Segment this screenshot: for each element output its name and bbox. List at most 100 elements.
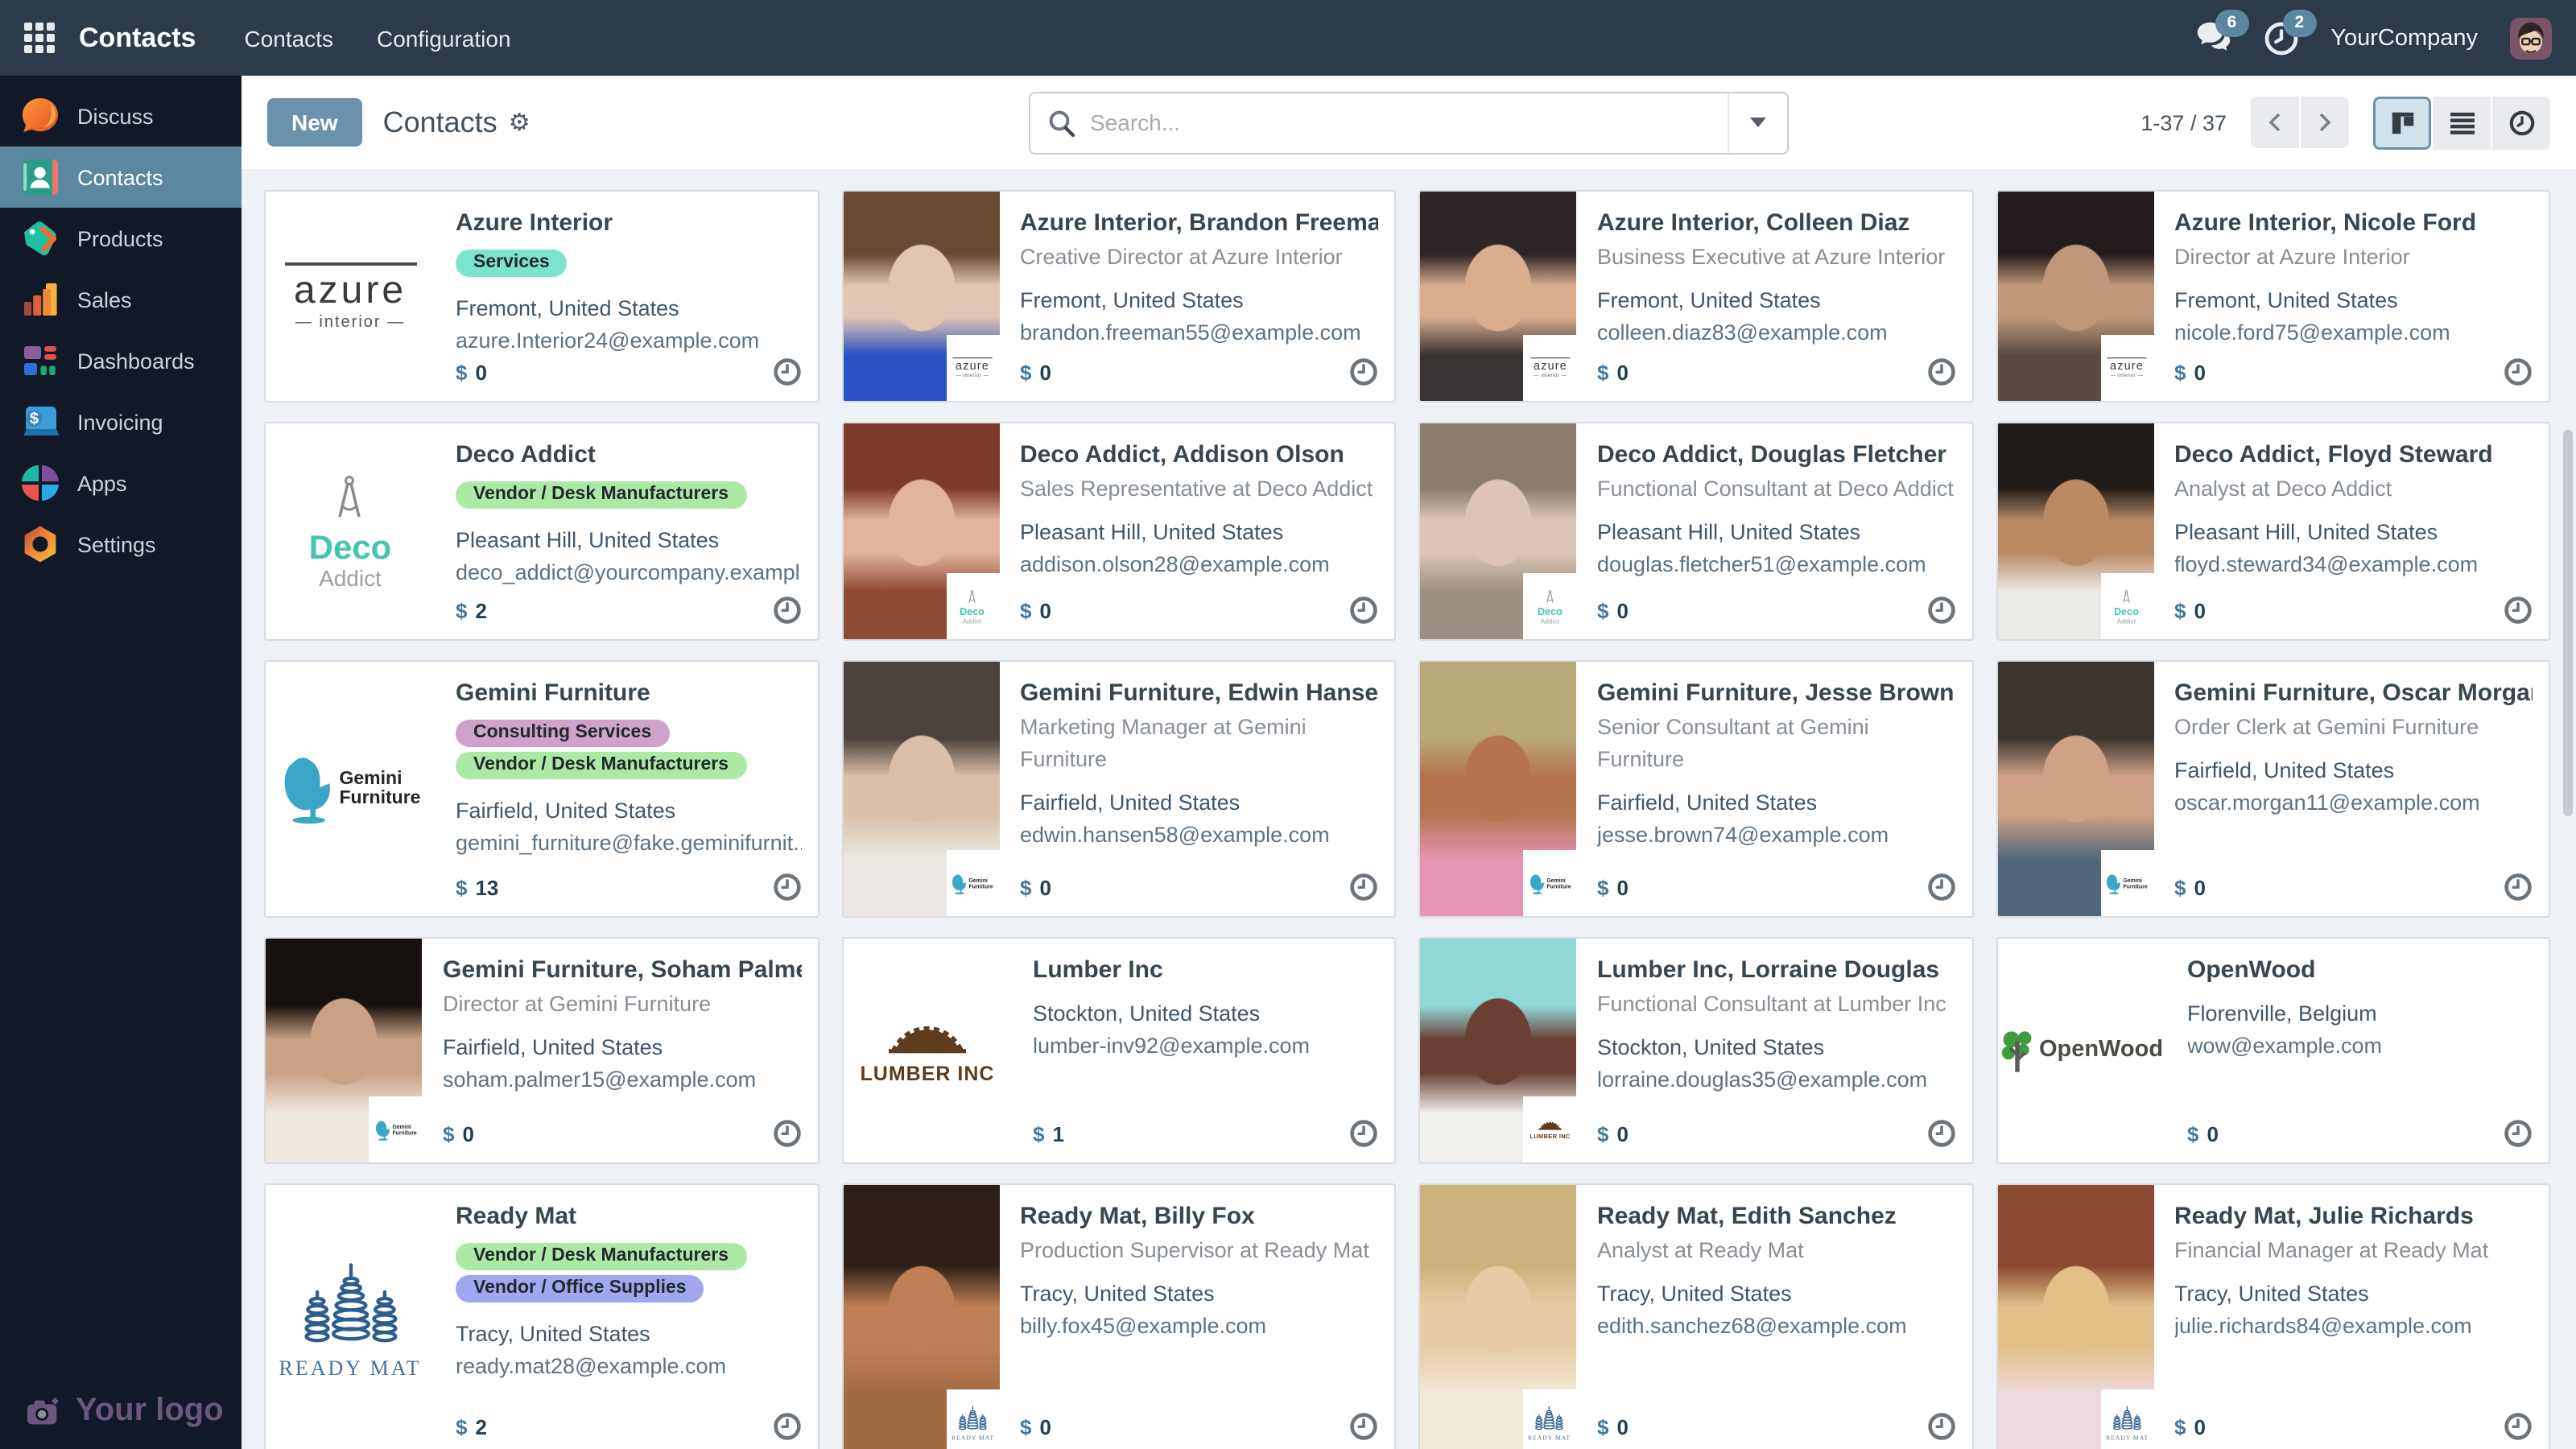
- activity-clock-icon[interactable]: [772, 1119, 801, 1148]
- view-activity-button[interactable]: [2492, 96, 2550, 149]
- sidebar-item-settings[interactable]: Settings: [0, 514, 242, 575]
- contact-card[interactable]: READY MATReady Mat, Edith SanchezAnalyst…: [1418, 1183, 1973, 1449]
- contact-card[interactable]: READY MATReady MatVendor / Desk Manufact…: [264, 1183, 819, 1449]
- view-list-button[interactable]: [2433, 96, 2491, 149]
- search-input[interactable]: [1075, 109, 1728, 135]
- contact-email[interactable]: azure.Interior24@example.com: [456, 325, 801, 358]
- activity-clock-icon[interactable]: [1349, 357, 1378, 386]
- contact-card[interactable]: GeminiFurnitureGemini Furniture, Oscar M…: [1996, 660, 2550, 918]
- menu-contacts[interactable]: Contacts: [244, 25, 333, 51]
- contact-email[interactable]: floyd.steward34@example.com: [2174, 549, 2533, 582]
- contact-card[interactable]: DecoAddictDeco Addict, Douglas FletcherF…: [1418, 422, 1973, 641]
- contact-card[interactable]: DecoAddictDeco Addict, Addison OlsonSale…: [841, 422, 1396, 641]
- activity-clock-icon[interactable]: [772, 1412, 801, 1441]
- opportunities-amount[interactable]: $0: [2187, 1121, 2219, 1146]
- contact-email[interactable]: wow@example.com: [2187, 1030, 2533, 1063]
- activity-clock-icon[interactable]: [1926, 596, 1955, 625]
- sidebar-item-discuss[interactable]: Discuss: [0, 85, 242, 147]
- sidebar-item-contacts[interactable]: Contacts: [0, 147, 242, 208]
- new-button[interactable]: New: [267, 98, 362, 147]
- activity-clock-icon[interactable]: [1349, 1119, 1378, 1148]
- contact-email[interactable]: deco_addict@yourcompany.exampl...: [456, 557, 801, 590]
- sidebar-item-products[interactable]: Products: [0, 208, 242, 269]
- activity-clock-icon[interactable]: [772, 873, 801, 902]
- activity-clock-icon[interactable]: [1349, 596, 1378, 625]
- scrollbar[interactable]: [2563, 430, 2573, 816]
- search-dropdown-toggle[interactable]: [1728, 93, 1787, 152]
- contact-card[interactable]: GeminiFurnitureGemini Furniture, Edwin H…: [841, 660, 1396, 918]
- company-switcher[interactable]: YourCompany: [2330, 25, 2478, 51]
- opportunities-amount[interactable]: $0: [2174, 1414, 2206, 1439]
- activity-clock-icon[interactable]: [2504, 873, 2533, 902]
- sidebar-your-logo[interactable]: Your logo: [26, 1393, 224, 1430]
- opportunities-amount[interactable]: $0: [1020, 875, 1051, 899]
- contact-email[interactable]: brandon.freeman55@example.com: [1020, 317, 1378, 350]
- activity-clock-icon[interactable]: [772, 357, 801, 386]
- contact-card[interactable]: DecoAddictDeco AddictVendor / Desk Manuf…: [264, 422, 819, 641]
- activity-clock-icon[interactable]: [2504, 1412, 2533, 1441]
- contact-card[interactable]: azure— interior —Azure Interior, Colleen…: [1418, 190, 1973, 402]
- sidebar-item-apps[interactable]: Apps: [0, 452, 242, 514]
- activity-clock-icon[interactable]: [2504, 596, 2533, 625]
- activity-clock-icon[interactable]: [1926, 873, 1955, 902]
- opportunities-amount[interactable]: $0: [456, 360, 487, 384]
- opportunities-amount[interactable]: $13: [456, 875, 498, 899]
- opportunities-amount[interactable]: $0: [1597, 875, 1629, 899]
- opportunities-amount[interactable]: $0: [1597, 360, 1629, 384]
- app-brand[interactable]: Contacts: [79, 22, 196, 54]
- contact-email[interactable]: colleen.diaz83@example.com: [1597, 317, 1955, 350]
- activity-clock-icon[interactable]: [1349, 873, 1378, 902]
- sidebar-item-sales[interactable]: Sales: [0, 269, 242, 330]
- view-kanban-button[interactable]: [2373, 96, 2431, 149]
- activity-clock-icon[interactable]: [1349, 1412, 1378, 1441]
- activity-clock-icon[interactable]: [772, 596, 801, 625]
- contact-email[interactable]: gemini_furniture@fake.geminifurnit...: [456, 828, 801, 861]
- contact-email[interactable]: jesse.brown74@example.com: [1597, 820, 1955, 853]
- contact-card[interactable]: OpenWoodOpenWoodFlorenville, Belgiumwow@…: [1996, 937, 2550, 1164]
- contact-card[interactable]: GeminiFurnitureGemini Furniture, Jesse B…: [1418, 660, 1973, 918]
- activity-clock-icon[interactable]: [1926, 357, 1955, 386]
- opportunities-amount[interactable]: $0: [443, 1121, 474, 1146]
- contact-email[interactable]: nicole.ford75@example.com: [2174, 317, 2533, 350]
- contact-card[interactable]: azure— interior —Azure InteriorServicesF…: [264, 190, 819, 402]
- contact-email[interactable]: julie.richards84@example.com: [2174, 1311, 2533, 1344]
- activities-clock-icon[interactable]: 2: [2263, 20, 2298, 56]
- pager-previous-button[interactable]: [2251, 97, 2299, 148]
- contact-email[interactable]: lumber-inv92@example.com: [1033, 1030, 1378, 1063]
- opportunities-amount[interactable]: $0: [2174, 360, 2206, 384]
- activity-clock-icon[interactable]: [1926, 1412, 1955, 1441]
- contact-card[interactable]: GeminiFurnitureGemini Furniture, Soham P…: [264, 937, 819, 1164]
- contact-card[interactable]: LUMBER INCLumber Inc, Lorraine DouglasFu…: [1418, 937, 1973, 1164]
- opportunities-amount[interactable]: $0: [1020, 1414, 1051, 1439]
- user-avatar[interactable]: [2510, 17, 2552, 59]
- contact-card[interactable]: azure— interior —Azure Interior, Nicole …: [1996, 190, 2550, 402]
- contact-email[interactable]: edith.sanchez68@example.com: [1597, 1311, 1955, 1344]
- contact-email[interactable]: addison.olson28@example.com: [1020, 549, 1378, 582]
- activity-clock-icon[interactable]: [2504, 357, 2533, 386]
- contact-email[interactable]: douglas.fletcher51@example.com: [1597, 549, 1955, 582]
- contact-card[interactable]: GeminiFurnitureGemini FurnitureConsultin…: [264, 660, 819, 918]
- contact-email[interactable]: ready.mat28@example.com: [456, 1351, 801, 1384]
- opportunities-amount[interactable]: $0: [2174, 875, 2206, 899]
- opportunities-amount[interactable]: $2: [456, 1414, 487, 1439]
- contact-email[interactable]: soham.palmer15@example.com: [443, 1064, 801, 1097]
- opportunities-amount[interactable]: $0: [1597, 1414, 1629, 1439]
- activity-clock-icon[interactable]: [1926, 1119, 1955, 1148]
- contact-card[interactable]: READY MATReady Mat, Billy FoxProduction …: [841, 1183, 1396, 1449]
- contact-email[interactable]: edwin.hansen58@example.com: [1020, 820, 1378, 853]
- contact-card[interactable]: DecoAddictDeco Addict, Floyd StewardAnal…: [1996, 422, 2550, 641]
- sidebar-item-dashboards[interactable]: Dashboards: [0, 330, 242, 391]
- contact-card[interactable]: azure— interior —Azure Interior, Brandon…: [841, 190, 1396, 402]
- contact-email[interactable]: lorraine.douglas35@example.com: [1597, 1064, 1955, 1097]
- contact-card[interactable]: LUMBER INCLumber IncStockton, United Sta…: [841, 937, 1396, 1164]
- messages-icon[interactable]: 6: [2195, 20, 2231, 56]
- opportunities-amount[interactable]: $2: [456, 598, 487, 622]
- menu-configuration[interactable]: Configuration: [377, 25, 511, 51]
- opportunities-amount[interactable]: $0: [1020, 598, 1051, 622]
- gear-icon[interactable]: ⚙: [509, 108, 530, 137]
- contact-email[interactable]: billy.fox45@example.com: [1020, 1311, 1378, 1344]
- opportunities-amount[interactable]: $1: [1033, 1121, 1064, 1146]
- contact-email[interactable]: oscar.morgan11@example.com: [2174, 787, 2533, 820]
- activity-clock-icon[interactable]: [2504, 1119, 2533, 1148]
- opportunities-amount[interactable]: $0: [1597, 1121, 1629, 1146]
